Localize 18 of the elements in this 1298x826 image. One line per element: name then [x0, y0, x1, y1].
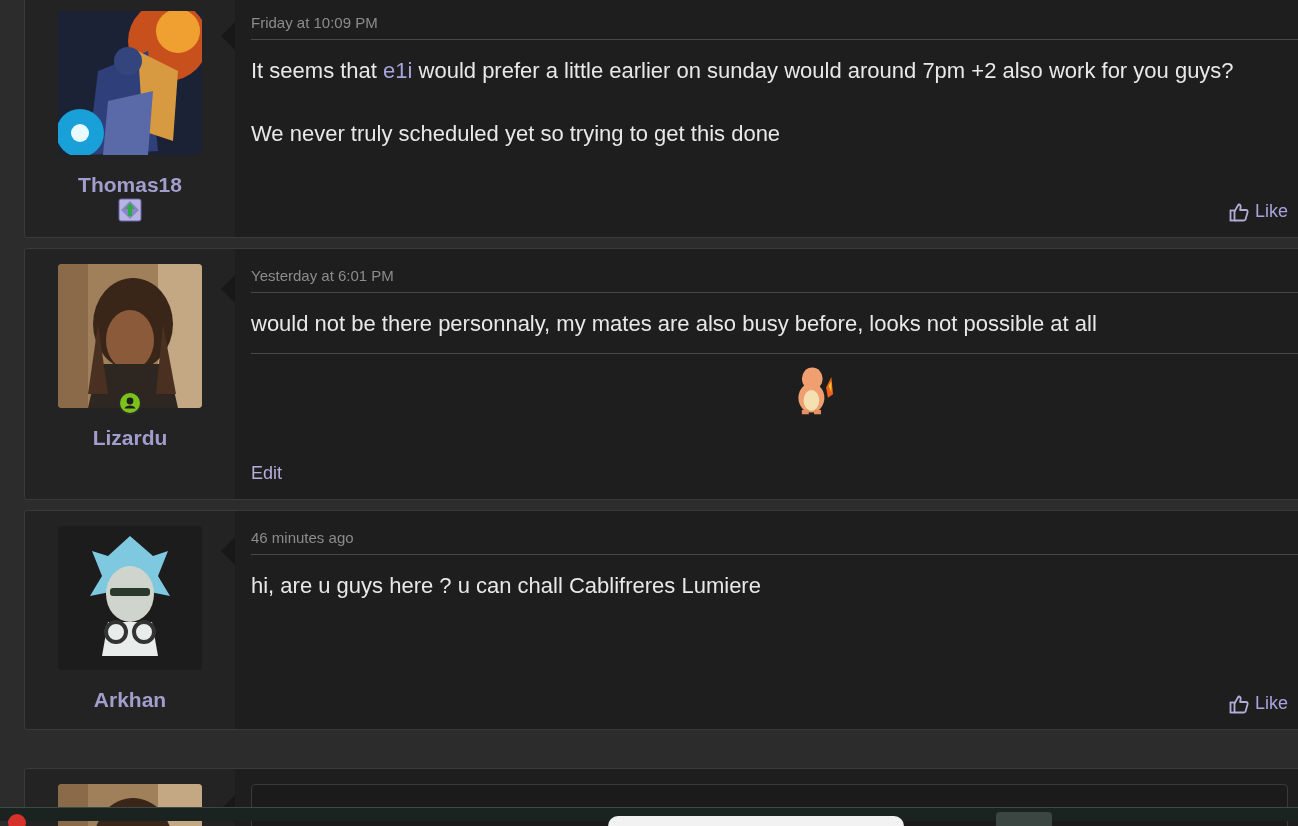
post-date: Yesterday at 6:01 PM	[251, 265, 1298, 293]
post-text: hi, are u guys here ? u can chall Cablifreres Lumiere	[251, 573, 762, 599]
post-date: 46 minutes ago	[251, 527, 1298, 555]
post-text: It seems that e1i would prefer a little earlier on sunday would around 7pm +2 also work for you guys?	[251, 58, 1235, 84]
thumbs-up-icon	[1228, 693, 1249, 714]
post-text: We never truly scheduled yet so trying to get this done	[251, 121, 782, 147]
username-link[interactable]: Lizardu	[92, 425, 168, 451]
like-button[interactable]: Like	[1228, 690, 1288, 717]
edit-link[interactable]: Edit	[251, 460, 283, 487]
username-link[interactable]: Arkhan	[93, 687, 167, 713]
rank-badge-icon	[118, 198, 142, 222]
thumbs-up-icon	[1228, 201, 1249, 222]
username-link[interactable]: Thomas18	[78, 172, 182, 198]
like-button[interactable]: Like	[1228, 198, 1288, 225]
mention-link[interactable]: e1i	[383, 58, 413, 83]
post-text: would not be there personnaly, my mates are also busy before, looks not possible at all	[251, 311, 1098, 337]
post-date: Friday at 10:09 PM	[251, 12, 1298, 40]
online-status-icon	[118, 391, 142, 415]
